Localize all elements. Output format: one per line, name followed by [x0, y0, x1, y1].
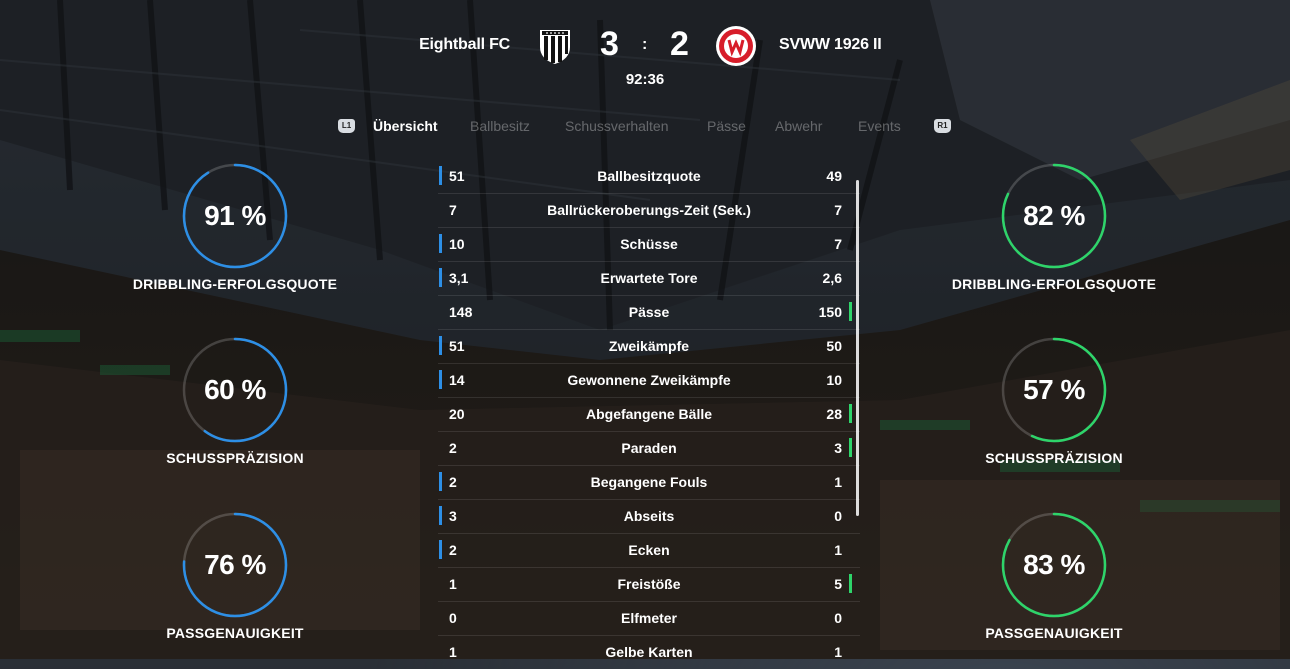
stat-label: Abgefangene Bälle	[585, 406, 713, 422]
away-shot-accuracy-ring: 57 %	[1000, 336, 1108, 444]
away-dribbling-value: 82 %	[1023, 200, 1085, 231]
home-dribbling-label: DRIBBLING-ERFOLGSQUOTE	[132, 276, 338, 292]
stat-label: Ballrückeroberungs-Zeit (Sek.)	[547, 202, 751, 218]
stat-row-ecken: 2 Ecken 1	[438, 534, 860, 568]
tab-ballbesitz[interactable]: Ballbesitz	[470, 118, 530, 134]
stat-row-gelbe-karten: 1 Gelbe Karten 1	[438, 636, 860, 669]
away-stat-value: 3	[834, 440, 842, 456]
away-dribbling-label: DRIBBLING-ERFOLGSQUOTE	[951, 276, 1157, 292]
away-leader-indicator	[849, 302, 852, 321]
stat-label: Ballbesitzquote	[597, 168, 701, 184]
stat-row-ballbesitzquote: 51 Ballbesitzquote 49	[438, 160, 860, 194]
away-team-crest-icon	[716, 26, 756, 66]
away-stat-value: 49	[826, 168, 842, 184]
away-pass-accuracy-ring: 83 %	[1000, 511, 1108, 619]
stat-label: Abseits	[623, 508, 675, 524]
home-shot-accuracy-label: SCHUSSPRÄZISION	[166, 450, 304, 466]
home-dribbling-value: 91 %	[204, 200, 266, 231]
away-leader-indicator	[849, 574, 852, 593]
home-shot-accuracy-ring: 60 %	[181, 336, 289, 444]
stat-row-abgefangene-baelle: 20 Abgefangene Bälle 28	[438, 398, 860, 432]
stat-row-erwartete-tore: 3,1 Erwartete Tore 2,6	[438, 262, 860, 296]
stat-row-zweikaempfe: 51 Zweikämpfe 50	[438, 330, 860, 364]
stats-tab-bar: L1 Übersicht Ballbesitz Schussverhalten …	[0, 118, 1290, 138]
home-team-crest-icon	[540, 30, 570, 64]
home-team-name: Eightball FC	[419, 36, 510, 53]
stat-row-paesse: 148 Pässe 150	[438, 296, 860, 330]
stat-label: Begangene Fouls	[590, 474, 708, 490]
tab-abwehr[interactable]: Abwehr	[775, 118, 822, 134]
away-team-name: SVWW 1926 II	[779, 36, 882, 53]
stats-scrollbar[interactable]	[856, 180, 859, 516]
r1-bumper-icon[interactable]: R1	[934, 119, 951, 133]
away-stat-value: 0	[834, 610, 842, 626]
stat-row-paraden: 2 Paraden 3	[438, 432, 860, 466]
away-stat-value: 150	[818, 304, 842, 320]
away-dribbling-ring: 82 %	[1000, 162, 1108, 270]
away-stat-value: 5	[834, 576, 842, 592]
match-clock: 92:36	[625, 71, 665, 88]
stat-label: Erwartete Tore	[600, 270, 698, 286]
home-pass-accuracy-value: 76 %	[204, 549, 266, 580]
away-pass-accuracy-label: PASSGENAUIGKEIT	[985, 625, 1123, 641]
stats-table: 51 Ballbesitzquote 49 7 Ballrückeroberun…	[438, 160, 860, 669]
tab-paesse[interactable]: Pässe	[707, 118, 746, 134]
tab-events[interactable]: Events	[858, 118, 901, 134]
away-stat-value: 1	[834, 474, 842, 490]
stat-label: Schüsse	[620, 236, 678, 252]
home-shot-accuracy-value: 60 %	[204, 374, 266, 405]
tab-schussverhalten[interactable]: Schussverhalten	[565, 118, 669, 134]
l1-bumper-icon[interactable]: L1	[338, 119, 355, 133]
stat-label: Elfmeter	[620, 610, 678, 626]
stat-row-begangene-fouls: 2 Begangene Fouls 1	[438, 466, 860, 500]
stat-row-ballrueckeroberungs-zeit: 7 Ballrückeroberungs-Zeit (Sek.) 7	[438, 194, 860, 228]
away-stat-value: 50	[826, 338, 842, 354]
away-pass-accuracy-value: 83 %	[1023, 549, 1085, 580]
stat-row-abseits: 3 Abseits 0	[438, 500, 860, 534]
away-shot-accuracy-label: SCHUSSPRÄZISION	[985, 450, 1123, 466]
away-score: 2	[670, 25, 689, 63]
home-dribbling-ring: 91 %	[181, 162, 289, 270]
stat-row-elfmeter: 0 Elfmeter 0	[438, 602, 860, 636]
away-stat-value: 10	[826, 372, 842, 388]
stat-label: Gewonnene Zweikämpfe	[567, 372, 731, 388]
away-stat-value: 1	[834, 542, 842, 558]
away-stat-value: 2,6	[822, 270, 842, 286]
away-stat-value: 7	[834, 202, 842, 218]
away-shot-accuracy-value: 57 %	[1023, 374, 1085, 405]
stat-label: Ecken	[628, 542, 670, 558]
stat-label: Pässe	[628, 304, 670, 320]
away-leader-indicator	[849, 438, 852, 457]
stat-label: Freistöße	[617, 576, 681, 592]
stat-row-gewonnene-zweikaempfe: 14 Gewonnene Zweikämpfe 10	[438, 364, 860, 398]
stat-label: Paraden	[621, 440, 677, 456]
home-pass-accuracy-label: PASSGENAUIGKEIT	[166, 625, 304, 641]
away-leader-indicator	[849, 404, 852, 423]
stat-row-freistoesse: 1 Freistöße 5	[438, 568, 860, 602]
stat-label: Zweikämpfe	[608, 338, 690, 354]
stat-row-schuesse: 10 Schüsse 7	[438, 228, 860, 262]
stat-label: Gelbe Karten	[605, 644, 693, 660]
away-stat-value: 7	[834, 236, 842, 252]
home-pass-accuracy-ring: 76 %	[181, 511, 289, 619]
away-stat-value: 28	[826, 406, 842, 422]
home-score: 3	[600, 25, 619, 63]
away-stat-value: 1	[834, 644, 842, 660]
score-separator: :	[642, 36, 648, 53]
away-stat-value: 0	[834, 508, 842, 524]
tab-uebersicht[interactable]: Übersicht	[373, 118, 438, 134]
